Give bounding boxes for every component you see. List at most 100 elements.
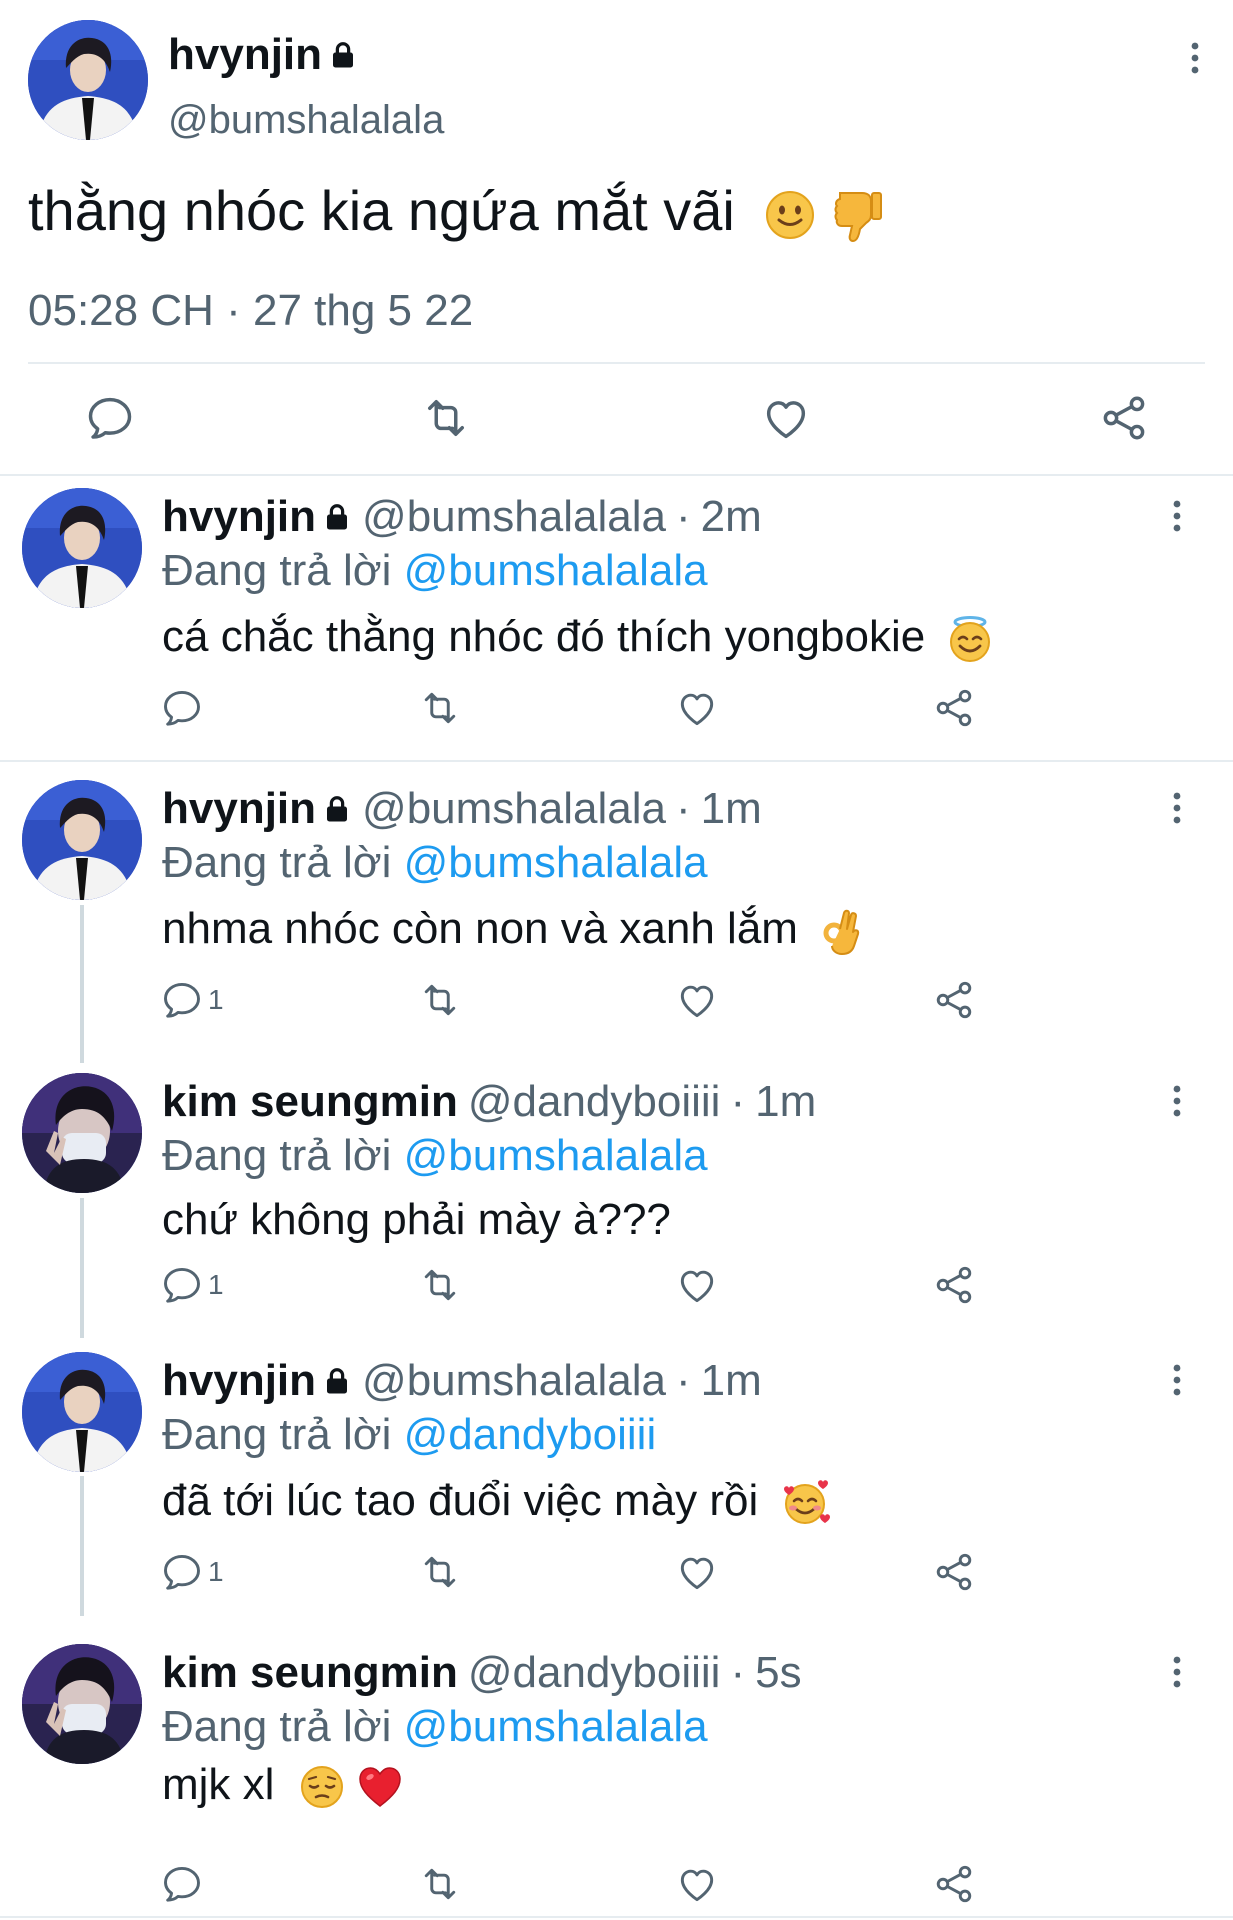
author-handle[interactable]: @bumshalalala — [168, 98, 444, 143]
share-button[interactable] — [932, 978, 976, 1022]
share-button[interactable] — [932, 686, 976, 730]
replying-to-prefix: Đang trả lời — [162, 838, 404, 887]
retweet-icon — [418, 978, 462, 1022]
share-icon — [932, 1550, 976, 1594]
author-handle[interactable]: @dandyboiiii — [468, 1648, 721, 1698]
separator: · — [730, 1077, 746, 1126]
avatar[interactable] — [22, 488, 142, 608]
like-button[interactable] — [675, 1550, 719, 1594]
reply-tweet[interactable]: hvynjin @bumshalalala · 1m Đang trả lời … — [0, 1342, 1233, 1622]
relative-time[interactable]: 2m — [701, 492, 762, 542]
relative-time[interactable]: 1m — [701, 784, 762, 834]
author-name[interactable]: hvynjin — [162, 1356, 352, 1406]
more-options-icon[interactable] — [1171, 498, 1183, 534]
like-icon[interactable] — [760, 392, 812, 444]
share-button[interactable] — [932, 1263, 976, 1307]
retweet-icon — [418, 1550, 462, 1594]
avatar[interactable] — [22, 1352, 142, 1472]
retweet-button[interactable] — [418, 1550, 462, 1594]
reply-text: cá chắc thằng nhóc đó thích yongbokie — [162, 612, 993, 663]
author-name[interactable]: kim seungmin — [162, 1077, 458, 1127]
author-name-text: hvynjin — [162, 492, 317, 541]
like-icon — [675, 1862, 719, 1906]
pensive-face-icon — [300, 1766, 343, 1809]
more-options-icon[interactable] — [1171, 1362, 1183, 1398]
more-options-icon[interactable] — [1189, 40, 1201, 76]
reply-icon[interactable] — [84, 392, 136, 444]
retweet-icon[interactable] — [420, 392, 472, 444]
author-name[interactable]: hvynjin — [162, 492, 352, 542]
reply-tweet[interactable]: kim seungmin @dandyboiiii · 1m Đang trả … — [0, 1063, 1233, 1343]
reply-button[interactable] — [160, 686, 208, 730]
mention-link[interactable]: @bumshalalala — [404, 1702, 708, 1751]
replying-to: Đang trả lời @bumshalalala — [162, 838, 708, 888]
replying-to: Đang trả lời @dandyboiiii — [162, 1410, 656, 1460]
author-handle[interactable]: @bumshalalala — [362, 492, 666, 542]
reply-header: hvynjin @bumshalalala · 1m — [162, 1356, 762, 1406]
like-icon — [675, 1550, 719, 1594]
red-heart-icon — [359, 1767, 401, 1808]
mention-link[interactable]: @dandyboiiii — [404, 1410, 657, 1459]
author-name[interactable]: kim seungmin — [162, 1648, 458, 1698]
author-handle[interactable]: @bumshalalala — [362, 1356, 666, 1406]
reply-text: chứ không phải mày à??? — [162, 1195, 671, 1245]
reply-tweet[interactable]: hvynjin @bumshalalala · 1m Đang trả lời … — [0, 770, 1233, 1056]
tweet-actions — [0, 392, 1233, 444]
author-handle[interactable]: @dandyboiiii — [468, 1077, 721, 1127]
share-button[interactable] — [932, 1550, 976, 1594]
author-name-text: kim seungmin — [162, 1077, 458, 1126]
divider — [0, 474, 1233, 476]
reply-icon — [160, 686, 204, 730]
retweet-icon — [418, 1862, 462, 1906]
like-icon — [675, 978, 719, 1022]
reply-header: kim seungmin @dandyboiiii · 1m — [162, 1077, 816, 1127]
relative-time[interactable]: 1m — [701, 1356, 762, 1406]
share-icon — [932, 686, 976, 730]
reply-button[interactable]: 1 — [160, 1550, 224, 1594]
reply-button[interactable] — [160, 1862, 208, 1906]
reply-count: 1 — [208, 1556, 224, 1587]
like-button[interactable] — [675, 1862, 719, 1906]
more-options-icon[interactable] — [1171, 1083, 1183, 1119]
replying-to-prefix: Đang trả lời — [162, 1702, 404, 1751]
relative-time[interactable]: 1m — [755, 1077, 816, 1127]
avatar[interactable] — [22, 780, 142, 900]
lock-icon — [322, 502, 352, 532]
reply-count: 1 — [208, 1269, 224, 1300]
tweet-timestamp[interactable]: 05:28 CH · 27 thg 5 22 — [28, 286, 473, 336]
separator: · — [730, 1648, 746, 1697]
mention-link[interactable]: @bumshalalala — [404, 1131, 708, 1180]
reply-tweet[interactable]: kim seungmin @dandyboiiii · 5s Đang trả … — [0, 1634, 1233, 1914]
author-handle[interactable]: @bumshalalala — [362, 784, 666, 834]
replying-to: Đang trả lời @bumshalalala — [162, 546, 708, 596]
reply-count: 1 — [208, 984, 224, 1015]
like-icon — [675, 1263, 719, 1307]
retweet-button[interactable] — [418, 1263, 462, 1307]
reply-text: nhma nhóc còn non và xanh lắm — [162, 904, 864, 956]
relative-time[interactable]: 5s — [755, 1648, 801, 1698]
author-name[interactable]: hvynjin — [168, 30, 358, 80]
mention-link[interactable]: @bumshalalala — [404, 546, 708, 595]
like-button[interactable] — [675, 978, 719, 1022]
mention-link[interactable]: @bumshalalala — [404, 838, 708, 887]
share-icon[interactable] — [1098, 392, 1150, 444]
author-name[interactable]: hvynjin — [162, 784, 352, 834]
share-button[interactable] — [932, 1862, 976, 1906]
like-button[interactable] — [675, 1263, 719, 1307]
avatar[interactable] — [22, 1073, 142, 1193]
reply-button[interactable]: 1 — [160, 978, 224, 1022]
retweet-icon — [418, 1263, 462, 1307]
retweet-button[interactable] — [418, 978, 462, 1022]
like-button[interactable] — [675, 686, 719, 730]
more-options-icon[interactable] — [1171, 1654, 1183, 1690]
retweet-button[interactable] — [418, 686, 462, 730]
avatar[interactable] — [28, 20, 148, 140]
replying-to-prefix: Đang trả lời — [162, 1410, 404, 1459]
reply-button[interactable]: 1 — [160, 1263, 224, 1307]
avatar[interactable] — [22, 1644, 142, 1764]
retweet-button[interactable] — [418, 1862, 462, 1906]
reply-text: đã tới lúc tao đuổi việc mày rồi — [162, 1476, 831, 1527]
reply-icon — [160, 978, 204, 1022]
reply-tweet[interactable]: hvynjin @bumshalalala · 2m Đang trả lời … — [0, 478, 1233, 758]
more-options-icon[interactable] — [1171, 790, 1183, 826]
